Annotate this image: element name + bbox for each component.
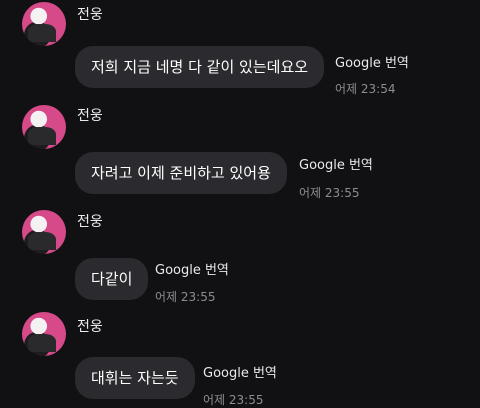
message-timestamp: 어제 23:55	[155, 290, 216, 304]
avatar[interactable]	[22, 105, 66, 149]
message-timestamp: 어제 23:55	[203, 393, 264, 407]
translate-button[interactable]: Google 번역	[155, 259, 229, 278]
message-bubble[interactable]: 자려고 이제 준비하고 있어용	[75, 152, 287, 194]
message-bubble[interactable]: 다같이	[75, 258, 149, 300]
chat-message-list: 전웅 저희 지금 네명 다 같이 있는데요오 Google 번역 어제 23:5…	[0, 0, 480, 408]
sender-name: 전웅	[77, 7, 103, 23]
message-bubble[interactable]: 저희 지금 네명 다 같이 있는데요오	[75, 46, 325, 88]
message-timestamp: 어제 23:54	[335, 82, 396, 96]
chat-message: 전웅 저희 지금 네명 다 같이 있는데요오 Google 번역 어제 23:5…	[0, 0, 480, 100]
chat-message: 전웅 다같이 Google 번역 어제 23:55	[0, 210, 480, 310]
avatar[interactable]	[22, 312, 66, 356]
chat-message: 전웅 자려고 이제 준비하고 있어용 Google 번역 어제 23:55	[0, 100, 480, 210]
translate-button[interactable]: Google 번역	[203, 362, 277, 381]
translate-button[interactable]: Google 번역	[299, 154, 373, 173]
message-timestamp: 어제 23:55	[299, 186, 360, 200]
avatar[interactable]	[22, 210, 66, 254]
message-bubble[interactable]: 대휘는 자는듯	[75, 357, 195, 399]
translate-button[interactable]: Google 번역	[335, 52, 409, 71]
sender-name: 전웅	[77, 108, 103, 124]
chat-message: 전웅 대휘는 자는듯 Google 번역 어제 23:55	[0, 312, 480, 408]
avatar[interactable]	[22, 2, 66, 46]
sender-name: 전웅	[77, 214, 103, 230]
sender-name: 전웅	[77, 319, 103, 335]
